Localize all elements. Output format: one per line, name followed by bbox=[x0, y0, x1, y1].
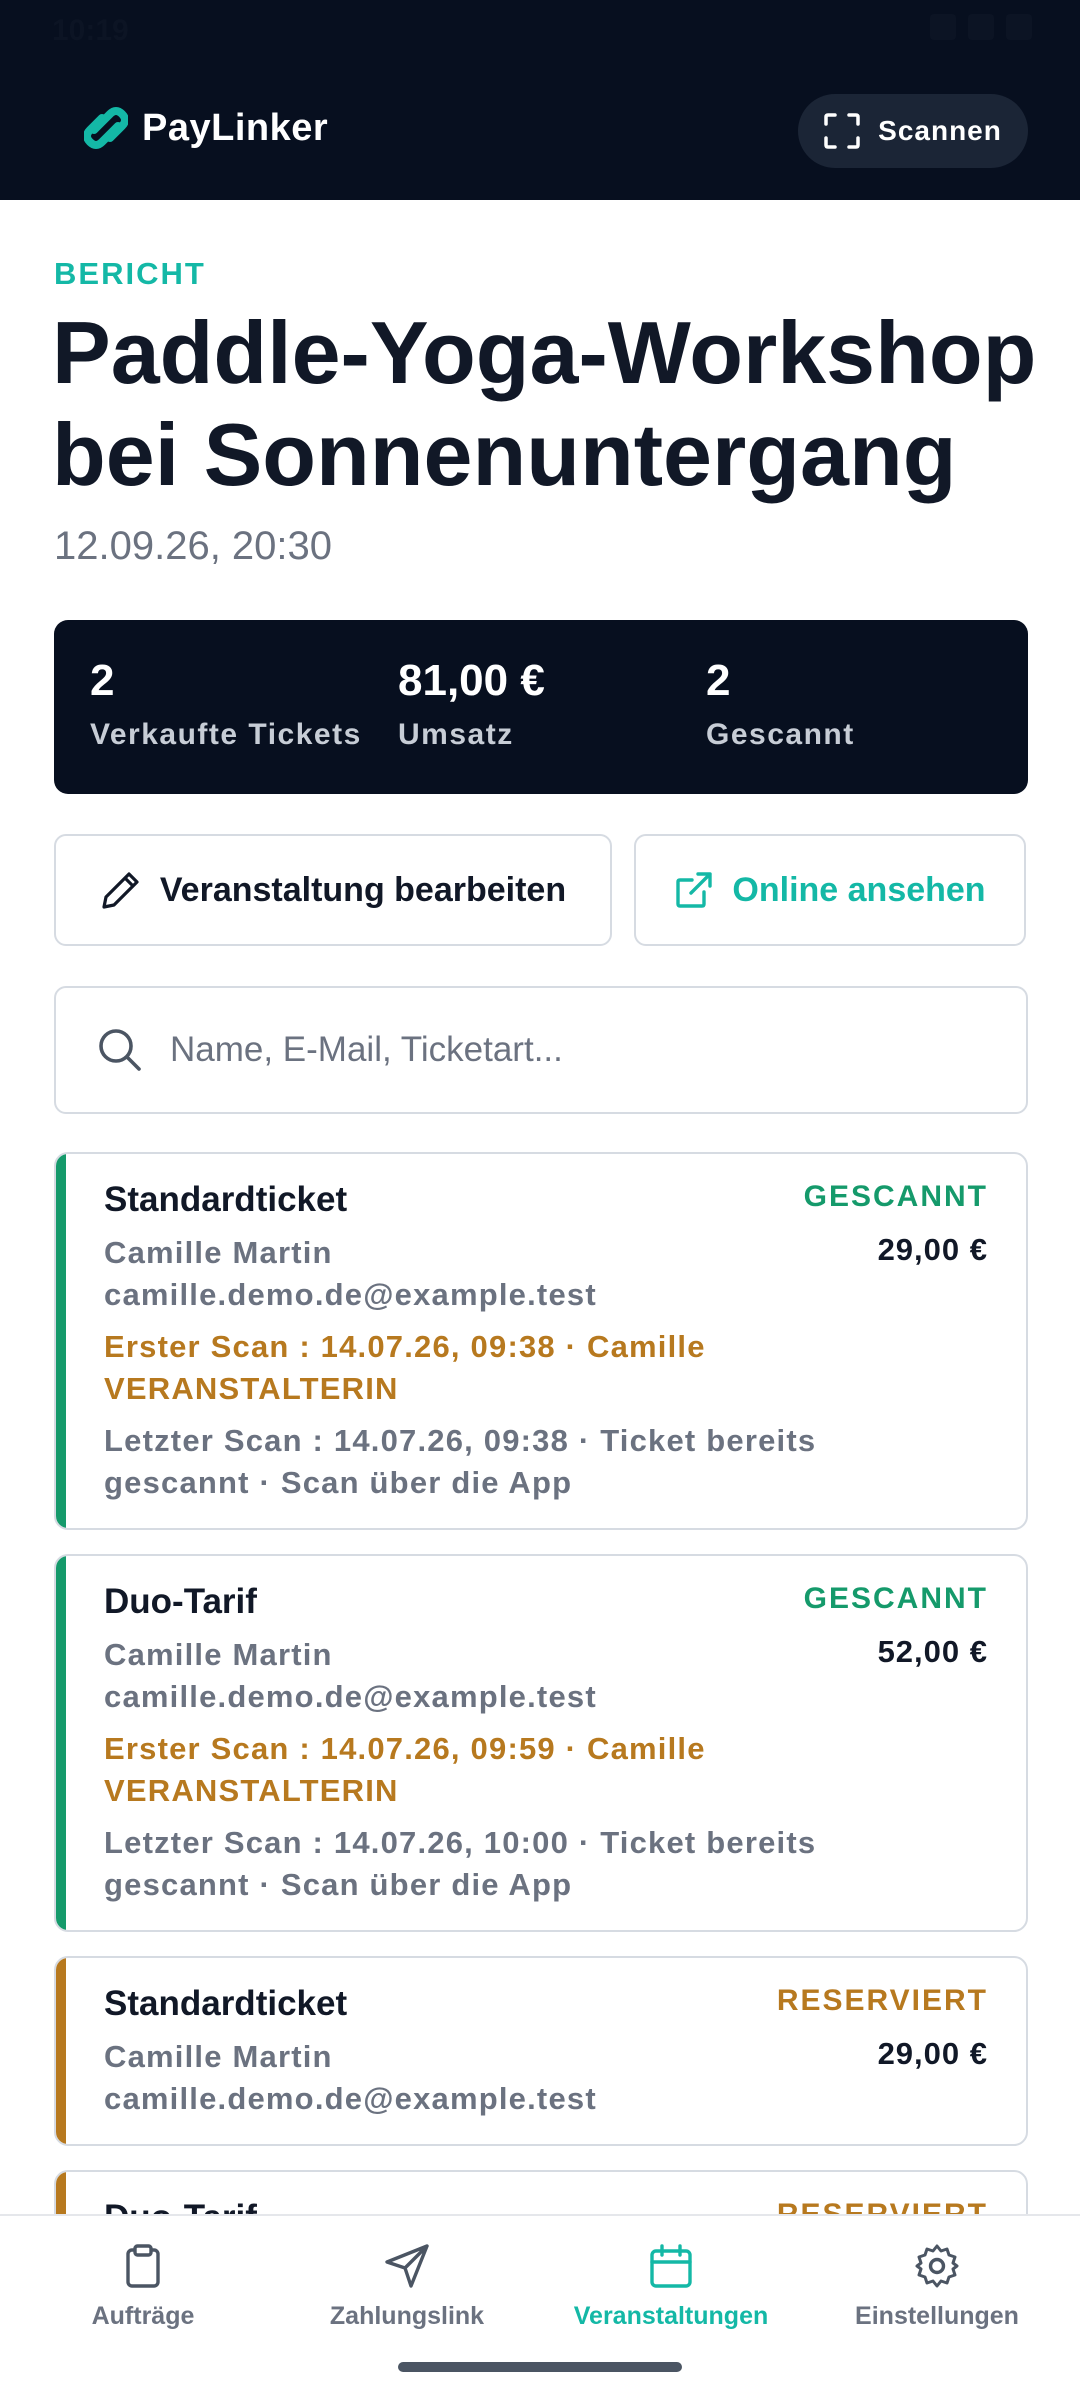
status-badge: GESCANNT bbox=[803, 1582, 988, 1615]
ticket-price: 29,00 € bbox=[877, 2036, 988, 2071]
send-icon bbox=[385, 2244, 429, 2288]
status-time: 10:19 bbox=[52, 14, 129, 47]
status-badge: GESCANNT bbox=[803, 1180, 988, 1213]
ticket-card[interactable]: Duo-Tarif GESCANNT Camille Martin camill… bbox=[54, 1554, 1028, 1932]
stat-label: Verkaufte Tickets bbox=[90, 718, 362, 751]
first-scan-info: Erster Scan : 14.07.26, 09:38 · Camille … bbox=[104, 1329, 706, 1406]
nav-label: Einstellungen bbox=[855, 2302, 1019, 2330]
scan-button-label: Scannen bbox=[878, 115, 1002, 146]
view-online-button[interactable]: Online ansehen bbox=[634, 834, 1026, 946]
ticket-holder-email: camille.demo.de@example.test bbox=[104, 1277, 597, 1312]
stats-panel: 2 Verkaufte Tickets 81,00 € Umsatz 2 Ges… bbox=[54, 620, 1028, 794]
ticket-holder-name: Camille Martin bbox=[104, 1637, 333, 1672]
status-bar-accent bbox=[56, 1958, 66, 2144]
stat-value: 2 bbox=[90, 656, 115, 705]
ticket-type: Duo-Tarif bbox=[104, 1582, 257, 1621]
edit-event-button[interactable]: Veranstaltung bearbeiten bbox=[54, 834, 612, 946]
stat-value: 81,00 € bbox=[398, 656, 545, 705]
status-badge: RESERVIERT bbox=[776, 1984, 988, 2017]
event-title: Paddle-Yoga-Workshop bei Sonnenuntergang bbox=[52, 303, 1037, 504]
search-box[interactable] bbox=[54, 986, 1028, 1114]
wifi-icon bbox=[930, 14, 956, 40]
pencil-icon bbox=[102, 872, 139, 909]
gear-icon bbox=[915, 2244, 959, 2288]
ticket-price: 52,00 € bbox=[877, 1634, 988, 1669]
status-icons bbox=[930, 14, 1032, 40]
signal-icon bbox=[968, 14, 994, 40]
ticket-list[interactable]: Standardticket GESCANNT Camille Martin c… bbox=[54, 1152, 1028, 2216]
clipboard-icon bbox=[126, 2244, 160, 2288]
nav-item-settings[interactable]: Einstellungen bbox=[802, 2242, 1072, 2331]
ticket-card[interactable]: Standardticket RESERVIERT Camille Martin… bbox=[54, 1956, 1028, 2146]
last-scan-info: Letzter Scan : 14.07.26, 10:00 · Ticket … bbox=[104, 1825, 817, 1902]
home-indicator[interactable] bbox=[398, 2362, 682, 2372]
app-header: 10:19 PayLinker Scannen bbox=[0, 0, 1080, 200]
scan-button[interactable]: Scannen bbox=[798, 94, 1028, 168]
view-online-label: Online ansehen bbox=[732, 870, 986, 909]
nav-label: Aufträge bbox=[91, 2302, 195, 2330]
ticket-type: Standardticket bbox=[104, 1984, 348, 2023]
calendar-icon bbox=[650, 2244, 692, 2288]
stat-scanned: 2 Gescannt bbox=[706, 656, 855, 752]
search-input[interactable] bbox=[170, 1018, 990, 1082]
ticket-holder-email: camille.demo.de@example.test bbox=[104, 2081, 597, 2116]
stat-label: Umsatz bbox=[398, 718, 514, 751]
stat-label: Gescannt bbox=[706, 718, 855, 751]
bottom-nav: Aufträge Zahlungslink Veranstaltungen Ei… bbox=[0, 2214, 1080, 2400]
scan-frame-icon bbox=[824, 113, 860, 149]
ticket-type: Standardticket bbox=[104, 1180, 348, 1219]
ticket-holder-email: camille.demo.de@example.test bbox=[104, 1679, 597, 1714]
battery-icon bbox=[1006, 14, 1032, 40]
event-date: 12.09.26, 20:30 bbox=[54, 524, 333, 568]
report-eyebrow: BERICHT bbox=[54, 256, 206, 291]
nav-item-orders[interactable]: Aufträge bbox=[8, 2242, 278, 2331]
ticket-card[interactable]: Standardticket GESCANNT Camille Martin c… bbox=[54, 1152, 1028, 1530]
nav-label: Veranstaltungen bbox=[573, 2302, 769, 2330]
ticket-card[interactable]: Duo-Tarif RESERVIERT bbox=[54, 2170, 1028, 2216]
edit-event-label: Veranstaltung bearbeiten bbox=[159, 870, 567, 909]
search-icon bbox=[99, 1029, 141, 1071]
status-bar: 10:19 bbox=[0, 0, 1080, 60]
status-bar-accent bbox=[56, 1556, 66, 1930]
ticket-price: 29,00 € bbox=[877, 1232, 988, 1267]
stat-value: 2 bbox=[706, 656, 731, 705]
app-name: PayLinker bbox=[142, 106, 329, 149]
nav-label: Zahlungslink bbox=[329, 2302, 485, 2330]
nav-item-payment-link[interactable]: Zahlungslink bbox=[272, 2242, 542, 2331]
status-bar-accent bbox=[56, 2172, 66, 2216]
status-bar-accent bbox=[56, 1154, 66, 1528]
external-link-icon bbox=[676, 872, 713, 908]
ticket-holder-name: Camille Martin bbox=[104, 2039, 333, 2074]
stat-revenue: 81,00 € Umsatz bbox=[398, 656, 545, 752]
stat-tickets-sold: 2 Verkaufte Tickets bbox=[90, 656, 362, 752]
app-logo: PayLinker bbox=[84, 100, 328, 156]
last-scan-info: Letzter Scan : 14.07.26, 09:38 · Ticket … bbox=[104, 1423, 817, 1500]
nav-item-events[interactable]: Veranstaltungen bbox=[536, 2242, 806, 2331]
ticket-holder-name: Camille Martin bbox=[104, 1235, 333, 1270]
first-scan-info: Erster Scan : 14.07.26, 09:59 · Camille … bbox=[104, 1731, 706, 1808]
paylinker-logo-icon bbox=[84, 107, 128, 149]
